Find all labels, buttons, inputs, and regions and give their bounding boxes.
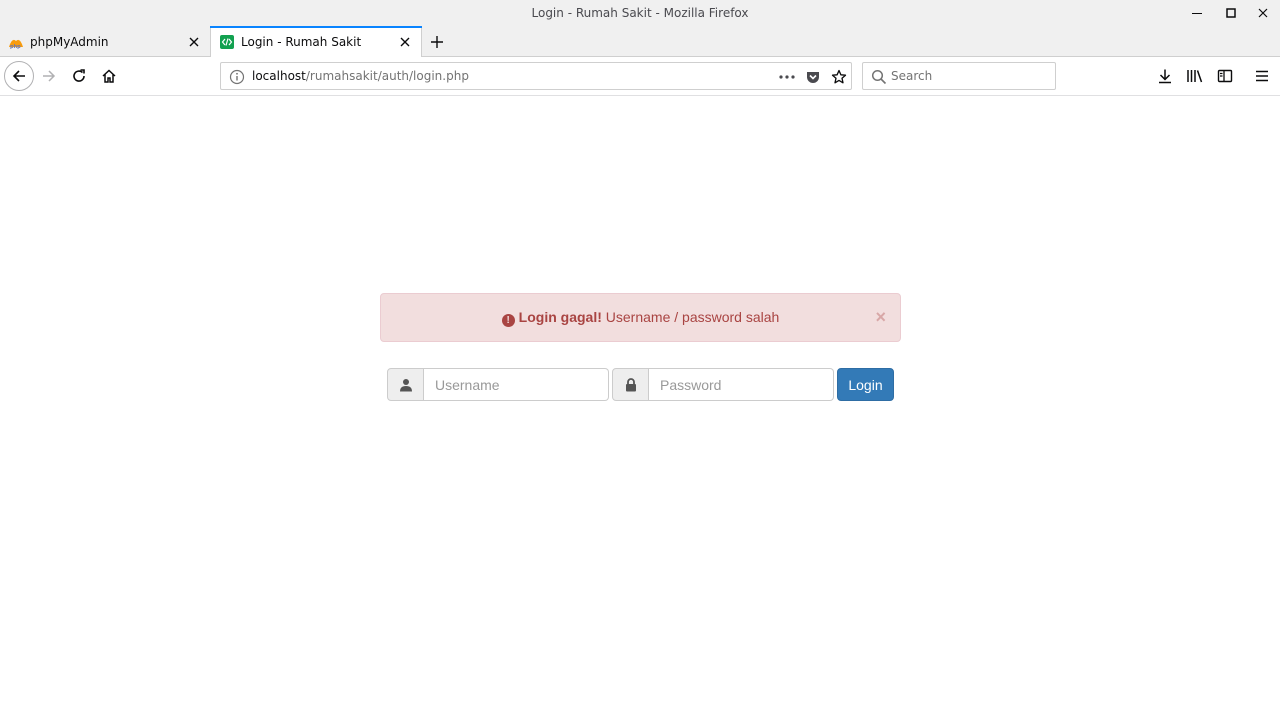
home-button[interactable] [94,61,124,91]
url-path: /rumahsakit/auth/login.php [305,69,469,83]
download-icon [1159,69,1171,84]
new-tab-button[interactable] [424,26,450,57]
username-input[interactable] [424,368,609,401]
page-actions-button[interactable] [778,68,796,86]
downloads-button[interactable] [1155,66,1175,86]
password-input[interactable] [649,368,834,401]
phpmyadmin-icon: php [8,34,24,50]
close-icon [1258,8,1268,18]
search-input[interactable] [891,68,1046,84]
minimize-button[interactable] [1181,0,1213,26]
exclamation-circle-icon: ! [501,314,515,327]
window-titlebar: Login - Rumah Sakit - Mozilla Firefox [0,0,1280,26]
sidebar-icon [1217,69,1233,83]
hamburger-menu-icon [1256,70,1268,82]
url-bar[interactable]: localhost/rumahsakit/auth/login.php [220,62,852,90]
maximize-button[interactable] [1215,0,1247,26]
sidebar-button[interactable] [1215,66,1235,86]
library-icon [1187,70,1203,83]
alert-close-button[interactable]: × [875,308,886,326]
user-addon [387,368,424,401]
error-alert: ! Login gagal! Username / password salah … [380,293,901,342]
star-icon [831,69,847,84]
url-text[interactable]: localhost/rumahsakit/auth/login.php [252,69,469,83]
alert-message: ! Login gagal! Username / password salah [381,309,900,327]
login-button[interactable]: Login [837,368,894,401]
url-host: localhost [252,69,306,83]
tab-label: Login - Rumah Sakit [241,35,362,49]
more-dots-icon [779,75,795,79]
home-icon [102,69,116,83]
info-icon[interactable] [229,69,245,85]
plus-icon [431,35,443,48]
tab-phpmyadmin[interactable]: php phpMyAdmin [0,26,210,57]
lock-addon [612,368,649,401]
forward-button[interactable] [34,61,64,91]
search-bar[interactable] [862,62,1056,90]
library-button[interactable] [1185,66,1205,86]
alert-text: Username / password salah [601,309,780,325]
tab-label: phpMyAdmin [30,34,109,49]
tab-close-button[interactable] [397,34,413,50]
maximize-icon [1226,8,1236,18]
tab-strip: php phpMyAdmin Login - Rumah Sakit [0,26,1280,58]
close-icon [400,37,410,47]
search-icon [871,69,887,88]
reload-icon [73,69,85,82]
svg-text:php: php [10,44,21,49]
close-window-button[interactable] [1247,0,1279,26]
pocket-icon [807,72,819,83]
pocket-button[interactable] [804,68,822,86]
window-title: Login - Rumah Sakit - Mozilla Firefox [531,6,749,20]
menu-button[interactable] [1252,66,1272,86]
bookmark-button[interactable] [830,68,848,86]
tab-login-rumah-sakit[interactable]: Login - Rumah Sakit [210,26,422,58]
navigation-toolbar: localhost/rumahsakit/auth/login.php [0,57,1280,96]
tab-close-button[interactable] [186,34,202,50]
lock-icon [625,377,636,391]
user-icon [399,378,412,391]
alert-strong-text: Login gagal! [518,309,602,325]
minimize-icon [1192,13,1202,14]
reload-button[interactable] [64,61,94,91]
arrow-right-icon [43,70,56,82]
code-icon [219,34,235,50]
close-icon [189,37,199,47]
back-button[interactable] [4,61,34,91]
arrow-left-icon [12,70,25,82]
page-content: ! Login gagal! Username / password salah … [0,96,1280,720]
